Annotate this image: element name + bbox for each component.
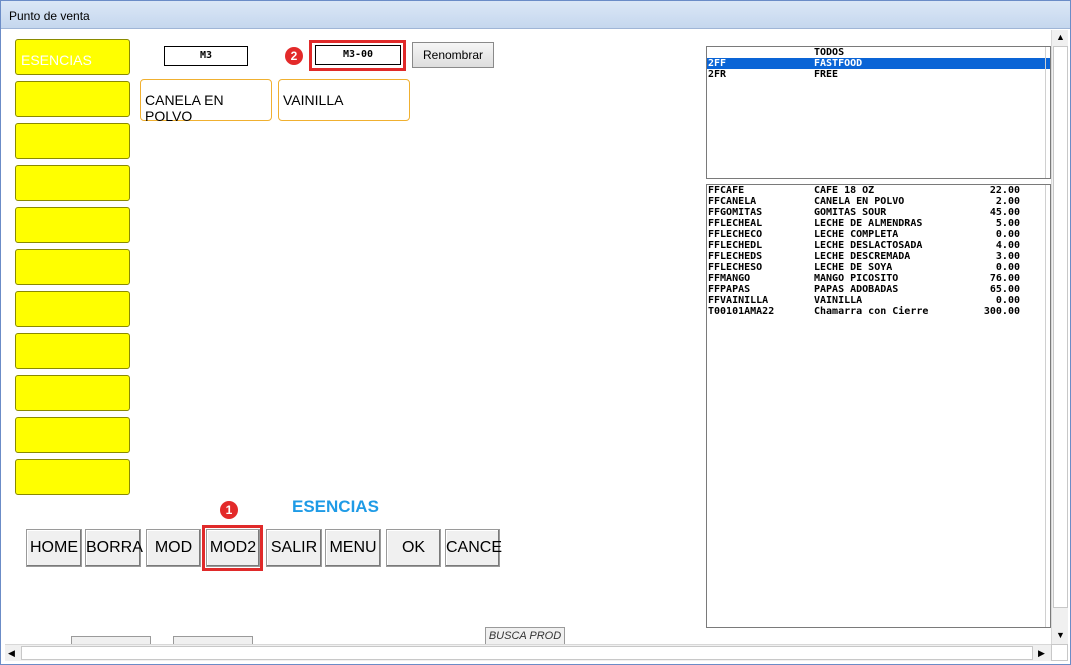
scroll-right-icon[interactable]: ▶ <box>1038 648 1045 659</box>
list-item[interactable]: FFVAINILLA VAINILLA 0.00 <box>707 295 1050 306</box>
list-item[interactable]: T00101AMA22 Chamarra con Cierre 300.00 <box>707 306 1050 317</box>
category-button-2[interactable] <box>15 81 130 117</box>
lower-button-2[interactable] <box>173 636 253 644</box>
pos-window: Punto de venta ESENCIAS M3 2 M3-00 Renom… <box>0 0 1071 665</box>
list-item[interactable]: FFPAPAS PAPAS ADOBADAS 65.00 <box>707 284 1050 295</box>
mod2-button[interactable]: MOD2 <box>206 529 260 567</box>
category-button-8[interactable] <box>15 333 130 369</box>
list-item-selected[interactable]: 2FF FASTFOOD <box>707 58 1050 69</box>
borra-button[interactable]: BORRA <box>85 529 143 567</box>
products-list-scrollbar[interactable] <box>1045 185 1050 627</box>
list-item[interactable]: FFCANELA CANELA EN POLVO 2.00 <box>707 196 1050 207</box>
cancel-button[interactable]: CANCE <box>445 529 502 567</box>
vertical-scrollbar[interactable]: ▲ ▼ <box>1051 30 1068 644</box>
group-field[interactable]: M3 <box>164 46 248 66</box>
products-list[interactable]: FFCAFE CAFE 18 OZ 22.00 FFCANELA CANELA EN … <box>706 184 1051 628</box>
home-button[interactable]: HOME <box>26 529 82 567</box>
groups-list-scrollbar[interactable] <box>1045 47 1050 178</box>
annotation-badge-2: 2 <box>285 47 303 65</box>
list-item[interactable]: FFLECHEDS LECHE DESCREMADA 3.00 <box>707 251 1050 262</box>
list-item[interactable]: FFGOMITAS GOMITAS SOUR 45.00 <box>707 207 1050 218</box>
list-item[interactable]: TODOS <box>707 47 1050 58</box>
list-item[interactable]: 2FR FREE <box>707 69 1050 80</box>
vertical-scroll-thumb[interactable] <box>1053 46 1068 608</box>
list-item[interactable]: FFLECHEAL LECHE DE ALMENDRAS 5.00 <box>707 218 1050 229</box>
item-button-canela[interactable]: CANELA EN POLVO <box>140 79 272 124</box>
scroll-up-icon[interactable]: ▲ <box>1056 32 1065 42</box>
list-item[interactable]: FFCAFE CAFE 18 OZ 22.00 <box>707 185 1050 196</box>
window-title: Punto de venta <box>9 9 90 23</box>
category-button-1[interactable]: ESENCIAS <box>15 39 130 75</box>
scroll-left-icon[interactable]: ◀ <box>8 648 15 659</box>
menu-button[interactable]: MENU <box>325 529 381 567</box>
scrollbar-corner <box>1051 644 1068 661</box>
annotation-badge-1: 1 <box>220 501 238 519</box>
list-item[interactable]: FFLECHECO LECHE COMPLETA 0.00 <box>707 229 1050 240</box>
horizontal-scroll-thumb[interactable] <box>21 646 1033 660</box>
groups-list[interactable]: TODOS 2FF FASTFOOD 2FR FREE <box>706 46 1051 179</box>
category-button-5[interactable] <box>15 207 130 243</box>
subgroup-field[interactable]: M3-00 <box>315 45 401 65</box>
selected-category-title: ESENCIAS <box>292 497 379 516</box>
category-button-9[interactable] <box>15 375 130 411</box>
rename-button[interactable]: Renombrar <box>412 42 494 68</box>
category-button-3[interactable] <box>15 123 130 159</box>
horizontal-scrollbar[interactable]: ◀ ▶ <box>5 644 1051 661</box>
title-bar: Punto de venta <box>1 1 1070 29</box>
search-product-button[interactable]: BUSCA PROD <box>485 627 565 644</box>
client-area: ESENCIAS M3 2 M3-00 Renombrar CANELA EN … <box>5 30 1068 662</box>
list-item[interactable]: FFMANGO MANGO PICOSITO 76.00 <box>707 273 1050 284</box>
category-button-11[interactable] <box>15 459 130 495</box>
scroll-down-icon[interactable]: ▼ <box>1056 630 1065 640</box>
category-button-7[interactable] <box>15 291 130 327</box>
category-button-6[interactable] <box>15 249 130 285</box>
category-button-4[interactable] <box>15 165 130 201</box>
lower-button-1[interactable] <box>71 636 151 644</box>
category-button-10[interactable] <box>15 417 130 453</box>
salir-button[interactable]: SALIR <box>266 529 322 567</box>
item-button-vainilla[interactable]: VAINILLA <box>278 79 410 121</box>
mod-button[interactable]: MOD <box>146 529 201 567</box>
list-item[interactable]: FFLECHEDL LECHE DESLACTOSADA 4.00 <box>707 240 1050 251</box>
list-item[interactable]: FFLECHESO LECHE DE SOYA 0.00 <box>707 262 1050 273</box>
ok-button[interactable]: OK <box>386 529 441 567</box>
